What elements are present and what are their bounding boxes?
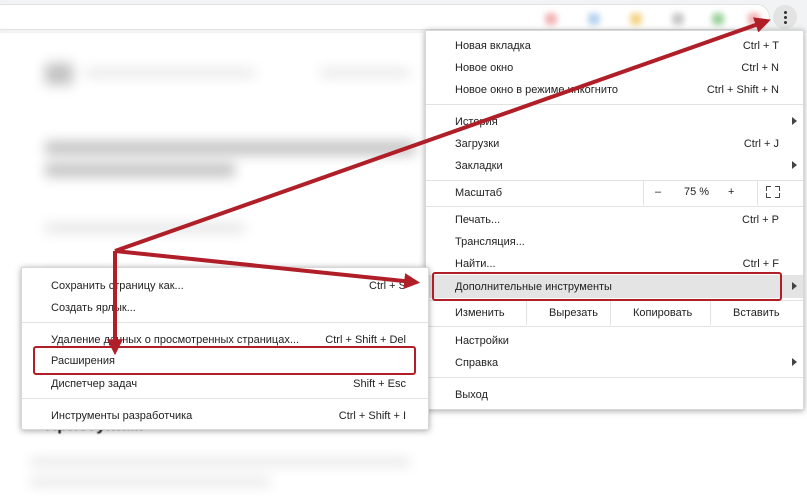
- menu-divider: [426, 104, 803, 105]
- zoom-in-button[interactable]: +: [728, 186, 734, 198]
- menu-item-label: Справка: [455, 357, 499, 369]
- menu-divider: [22, 398, 428, 399]
- menu-item-shortcut: Shift + Esc: [353, 378, 406, 390]
- menu-item-incognito[interactable]: Новое окно в режиме инкогнито Ctrl + Shi…: [426, 80, 803, 100]
- menu-item-label: Настройки: [455, 335, 509, 347]
- submenu-item-task-manager[interactable]: Диспетчер задач Shift + Esc: [22, 374, 428, 394]
- menu-item-shortcut: Ctrl + Shift + N: [706, 84, 779, 96]
- menu-divider: [426, 206, 803, 207]
- menu-item-label: Выход: [455, 389, 488, 401]
- edit-label: Изменить: [455, 307, 505, 319]
- submenu-item-devtools[interactable]: Инструменты разработчика Ctrl + Shift + …: [22, 406, 428, 426]
- copy-button[interactable]: Копировать: [610, 301, 711, 325]
- zoom-row: Масштаб – 75 % +: [426, 181, 803, 205]
- zoom-out-button[interactable]: –: [655, 186, 661, 198]
- menu-item-downloads[interactable]: Загрузки Ctrl + J: [426, 134, 803, 154]
- menu-item-shortcut: Ctrl + S: [369, 280, 406, 292]
- menu-item-settings[interactable]: Настройки: [426, 331, 803, 351]
- menu-item-label: Удаление данных о просмотренных страница…: [51, 334, 300, 346]
- address-bar[interactable]: o: [0, 4, 770, 30]
- menu-item-cast[interactable]: Трансляция...: [426, 232, 803, 252]
- menu-item-label: Найти...: [455, 258, 496, 270]
- menu-item-shortcut: Ctrl + T: [742, 40, 779, 52]
- menu-item-shortcut: Ctrl + P: [742, 214, 779, 226]
- menu-item-label: Создать ярлык...: [51, 302, 136, 314]
- cut-button[interactable]: Вырезать: [526, 301, 611, 325]
- paste-button-label: Вставить: [733, 307, 780, 319]
- chevron-right-icon: [792, 358, 797, 366]
- extension-icon[interactable]: [630, 13, 642, 25]
- menu-item-new-window[interactable]: Новое окно Ctrl + N: [426, 58, 803, 78]
- more-tools-submenu: Сохранить страницу как... Ctrl + S Созда…: [21, 267, 429, 430]
- extension-icon[interactable]: [712, 13, 724, 25]
- cut-button-label: Вырезать: [549, 307, 598, 319]
- chevron-right-icon: [792, 282, 797, 290]
- submenu-item-create-shortcut[interactable]: Создать ярлык...: [22, 298, 428, 318]
- menu-divider: [22, 322, 428, 323]
- chevron-right-icon: [792, 117, 797, 125]
- menu-item-shortcut: Ctrl + Shift + Del: [325, 334, 406, 346]
- zoom-label: Масштаб: [455, 187, 503, 199]
- menu-item-find[interactable]: Найти... Ctrl + F: [426, 254, 803, 274]
- menu-item-label: Печать...: [455, 214, 501, 226]
- menu-item-label: Новое окно: [455, 62, 514, 74]
- extension-icon[interactable]: [588, 13, 600, 25]
- submenu-item-save-page[interactable]: Сохранить страницу как... Ctrl + S: [22, 276, 428, 296]
- extension-icon[interactable]: [545, 13, 557, 25]
- menu-item-label: Инструменты разработчика: [51, 410, 193, 422]
- menu-item-print[interactable]: Печать... Ctrl + P: [426, 210, 803, 230]
- menu-item-label: Дополнительные инструменты: [455, 281, 612, 293]
- submenu-item-extensions[interactable]: Расширения: [22, 351, 428, 371]
- menu-item-shortcut: Ctrl + Shift + I: [338, 410, 406, 422]
- paste-button[interactable]: Вставить: [710, 301, 804, 325]
- menu-item-label: Сохранить страницу как...: [51, 280, 184, 292]
- menu-item-shortcut: Ctrl + J: [743, 138, 779, 150]
- menu-item-help[interactable]: Справка: [426, 353, 803, 373]
- menu-item-label: Новое окно в режиме инкогнито: [455, 84, 619, 96]
- menu-item-bookmarks[interactable]: Закладки: [426, 156, 803, 176]
- menu-item-more-tools[interactable]: Дополнительные инструменты: [426, 275, 803, 298]
- menu-item-exit[interactable]: Выход: [426, 385, 803, 405]
- page-logo: [45, 63, 73, 85]
- zoom-value: 75 %: [684, 186, 710, 198]
- menu-item-label: Расширения: [51, 355, 115, 367]
- menu-item-history[interactable]: История: [426, 112, 803, 132]
- menu-item-label: Трансляция...: [455, 236, 525, 248]
- zoom-controls: – 75 % +: [643, 181, 758, 205]
- menu-item-label: Диспетчер задач: [51, 378, 138, 390]
- menu-item-new-tab[interactable]: Новая вкладка Ctrl + T: [426, 36, 803, 56]
- menu-divider: [426, 326, 803, 327]
- menu-item-label: Новая вкладка: [455, 40, 531, 52]
- edit-row: Изменить Вырезать Копировать Вставить: [426, 301, 803, 325]
- menu-item-label: Загрузки: [455, 138, 500, 150]
- browser-menu-kebab-icon[interactable]: [773, 5, 797, 29]
- menu-item-shortcut: Ctrl + F: [742, 258, 779, 270]
- browser-toolbar: o: [0, 0, 807, 33]
- extension-icon[interactable]: [748, 13, 760, 25]
- menu-item-shortcut: Ctrl + N: [741, 62, 779, 74]
- extension-icon[interactable]: [672, 13, 684, 25]
- copy-button-label: Копировать: [633, 307, 693, 319]
- submenu-item-clear-data[interactable]: Удаление данных о просмотренных страница…: [22, 330, 428, 350]
- fullscreen-icon[interactable]: [766, 186, 780, 198]
- browser-main-menu: Новая вкладка Ctrl + T Новое окно Ctrl +…: [425, 30, 804, 410]
- chevron-right-icon: [792, 161, 797, 169]
- menu-item-label: История: [455, 116, 498, 128]
- menu-item-label: Закладки: [455, 160, 503, 172]
- menu-divider: [426, 377, 803, 378]
